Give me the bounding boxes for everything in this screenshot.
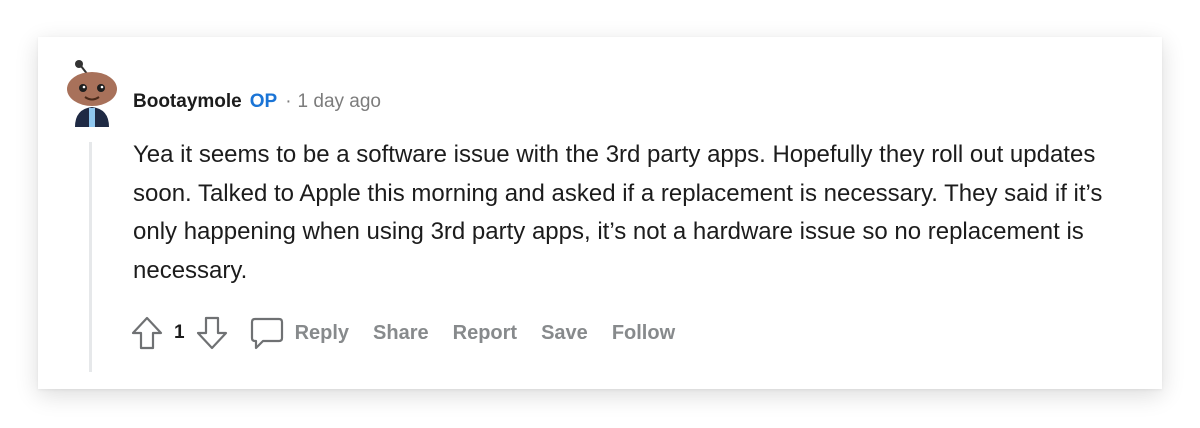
follow-button[interactable]: Follow [612, 322, 675, 345]
reply-button[interactable]: Reply [249, 315, 349, 351]
comment-text: Yea it seems to be a software issue with… [133, 141, 1103, 284]
comment-meta: Bootaymole OP · 1 day ago [133, 89, 381, 115]
meta-separator: · [285, 91, 292, 112]
avatar[interactable] [64, 59, 120, 127]
reply-label: Reply [294, 321, 350, 344]
comment-action-bar: 1 Reply Share Report Save Follow [130, 313, 675, 353]
author-name[interactable]: Bootaymole [133, 91, 242, 113]
comment-body: Yea it seems to be a software issue with… [133, 136, 1133, 290]
op-badge: OP [249, 91, 278, 112]
share-button[interactable]: Share [373, 322, 429, 345]
save-button[interactable]: Save [541, 322, 588, 345]
vote-count: 1 [174, 322, 185, 343]
thread-collapse-line[interactable] [89, 142, 92, 372]
comment-card: Bootaymole OP · 1 day ago Yea it seems t… [38, 37, 1162, 389]
comment-timestamp[interactable]: 1 day ago [298, 91, 381, 113]
speech-bubble-icon [249, 315, 285, 351]
snoo-avatar-icon [67, 60, 117, 127]
report-button[interactable]: Report [453, 322, 517, 345]
downvote-arrow-icon[interactable] [195, 315, 229, 351]
upvote-arrow-icon[interactable] [130, 315, 164, 351]
